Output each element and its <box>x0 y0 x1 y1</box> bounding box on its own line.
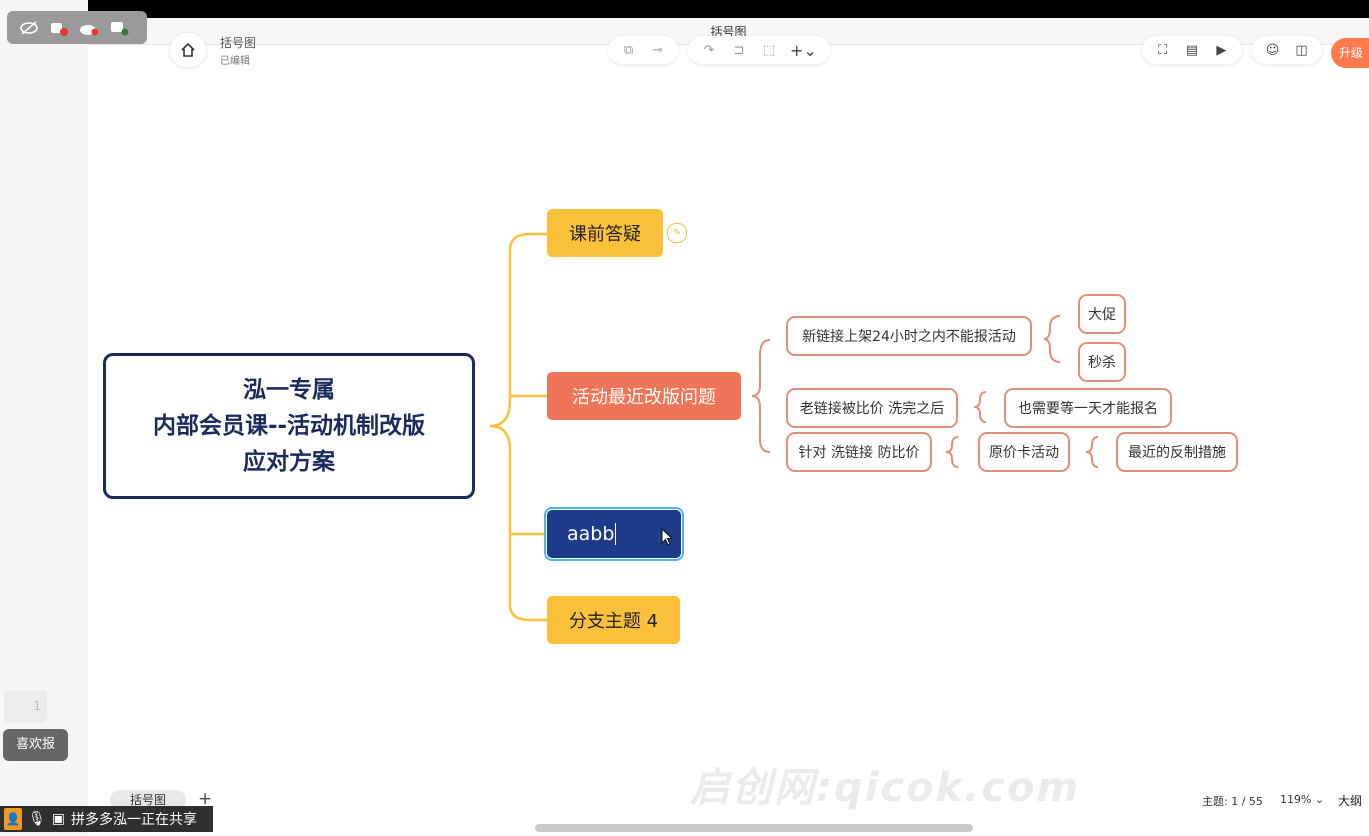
branch-topic-1[interactable]: 课前答疑 <box>547 209 663 257</box>
subtopic-flash-sale[interactable]: 秒杀 <box>1078 342 1126 382</box>
mic-icon[interactable]: 🎙 <box>28 811 46 827</box>
note-icon[interactable]: ✎ <box>667 223 687 243</box>
chevron-down-icon: ⌄ <box>1314 793 1325 806</box>
user-icon: 👤 <box>4 808 22 830</box>
branch-topic-4[interactable]: 分支主题 4 <box>547 596 680 644</box>
central-topic[interactable]: 泓一专属 内部会员课--活动机制改版 应对方案 <box>103 353 475 499</box>
central-line-2: 内部会员课--活动机制改版 <box>152 413 426 439</box>
screen-icon: ▣ <box>51 811 66 827</box>
zoom-value: 119% <box>1280 793 1312 806</box>
topic-count: 主题: 1 / 55 <box>1202 795 1263 808</box>
outline-button[interactable]: 大纲 <box>1338 792 1362 809</box>
horizontal-scrollbar[interactable] <box>535 824 973 832</box>
central-line-1: 泓一专属 <box>243 377 335 403</box>
sharer-text: 拼多多泓一正在共享 <box>71 812 198 828</box>
subtopic-old-link[interactable]: 老链接被比价 洗完之后 <box>786 388 958 428</box>
subtopic-new-link[interactable]: 新链接上架24小时之内不能报活动 <box>786 316 1032 356</box>
subtopic-big-promo[interactable]: 大促 <box>1078 294 1126 334</box>
watermark: 启创网:qicok.com <box>690 765 1081 811</box>
screen-share-bar: 👤 🎙 ▣ 拼多多泓一正在共享 <box>0 806 213 832</box>
central-line-3: 应对方案 <box>243 449 335 475</box>
subtopic-wait-one-day[interactable]: 也需要等一天才能报名 <box>1004 388 1172 428</box>
text-caret <box>615 523 617 545</box>
branch-topic-3-text[interactable]: aabb <box>567 523 614 545</box>
zoom-level[interactable]: 119% ⌄ <box>1280 793 1324 806</box>
subtopic-countermeasure[interactable]: 最近的反制措施 <box>1116 432 1238 472</box>
branch-topic-2[interactable]: 活动最近改版问题 <box>547 372 741 420</box>
mouse-pointer-icon <box>661 527 674 550</box>
like-counter[interactable]: 1 <box>4 690 47 723</box>
subtopic-anti-compare[interactable]: 针对 洗链接 防比价 <box>786 432 932 472</box>
reaction-badge[interactable]: 喜欢报 <box>3 729 68 761</box>
subtopic-original-price[interactable]: 原价卡活动 <box>978 432 1070 472</box>
